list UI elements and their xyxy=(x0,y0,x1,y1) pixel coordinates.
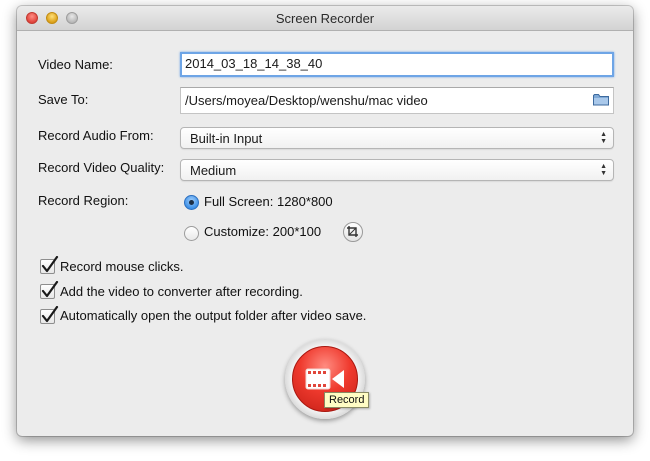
full-screen-label[interactable]: Full Screen: 1280*800 xyxy=(204,194,333,209)
checkmark-icon xyxy=(41,256,59,273)
record-region-label: Record Region: xyxy=(38,193,129,208)
window-title: Screen Recorder xyxy=(275,11,375,26)
record-quality-label: Record Video Quality: xyxy=(38,160,165,175)
audio-source-value: Built-in Input xyxy=(190,131,263,146)
video-name-label: Video Name: xyxy=(38,57,113,72)
customize-radio[interactable] xyxy=(184,226,199,241)
customize-label[interactable]: Customize: 200*100 xyxy=(204,224,321,239)
audio-source-select[interactable]: Built-in Input ▲ ▼ xyxy=(180,127,614,149)
record-audio-label: Record Audio From: xyxy=(38,128,154,143)
record-tooltip: Record xyxy=(324,392,370,408)
save-to-path: /Users/moyea/Desktop/wenshu/mac video xyxy=(185,93,428,108)
checkmark-icon xyxy=(41,306,59,323)
full-screen-radio[interactable] xyxy=(184,195,199,210)
crop-icon xyxy=(347,226,358,237)
open-output-folder-label[interactable]: Automatically open the output folder aft… xyxy=(60,308,366,323)
record-mouse-clicks-checkbox[interactable] xyxy=(40,256,59,274)
video-quality-value: Medium xyxy=(190,163,237,178)
folder-icon[interactable] xyxy=(593,93,609,106)
add-to-converter-checkbox[interactable] xyxy=(40,281,59,299)
title-bar[interactable]: Screen Recorder xyxy=(17,6,633,31)
add-to-converter-label[interactable]: Add the video to converter after recordi… xyxy=(60,284,303,299)
updown-arrows-icon: ▲ ▼ xyxy=(600,131,607,145)
updown-arrows-icon: ▲ ▼ xyxy=(600,163,607,177)
checkmark-icon xyxy=(41,281,59,298)
crop-region-button[interactable] xyxy=(343,222,363,242)
video-name-input[interactable]: 2014_03_18_14_38_40 xyxy=(180,52,614,77)
screen-recorder-window: Screen Recorder Video Name: 2014_03_18_1… xyxy=(17,6,633,436)
save-to-label: Save To: xyxy=(38,92,89,107)
video-quality-select[interactable]: Medium ▲ ▼ xyxy=(180,159,614,181)
video-name-value: 2014_03_18_14_38_40 xyxy=(185,56,323,71)
record-mouse-clicks-label[interactable]: Record mouse clicks. xyxy=(60,259,184,274)
save-to-field[interactable]: /Users/moyea/Desktop/wenshu/mac video xyxy=(180,87,614,114)
open-output-folder-checkbox[interactable] xyxy=(40,306,59,324)
